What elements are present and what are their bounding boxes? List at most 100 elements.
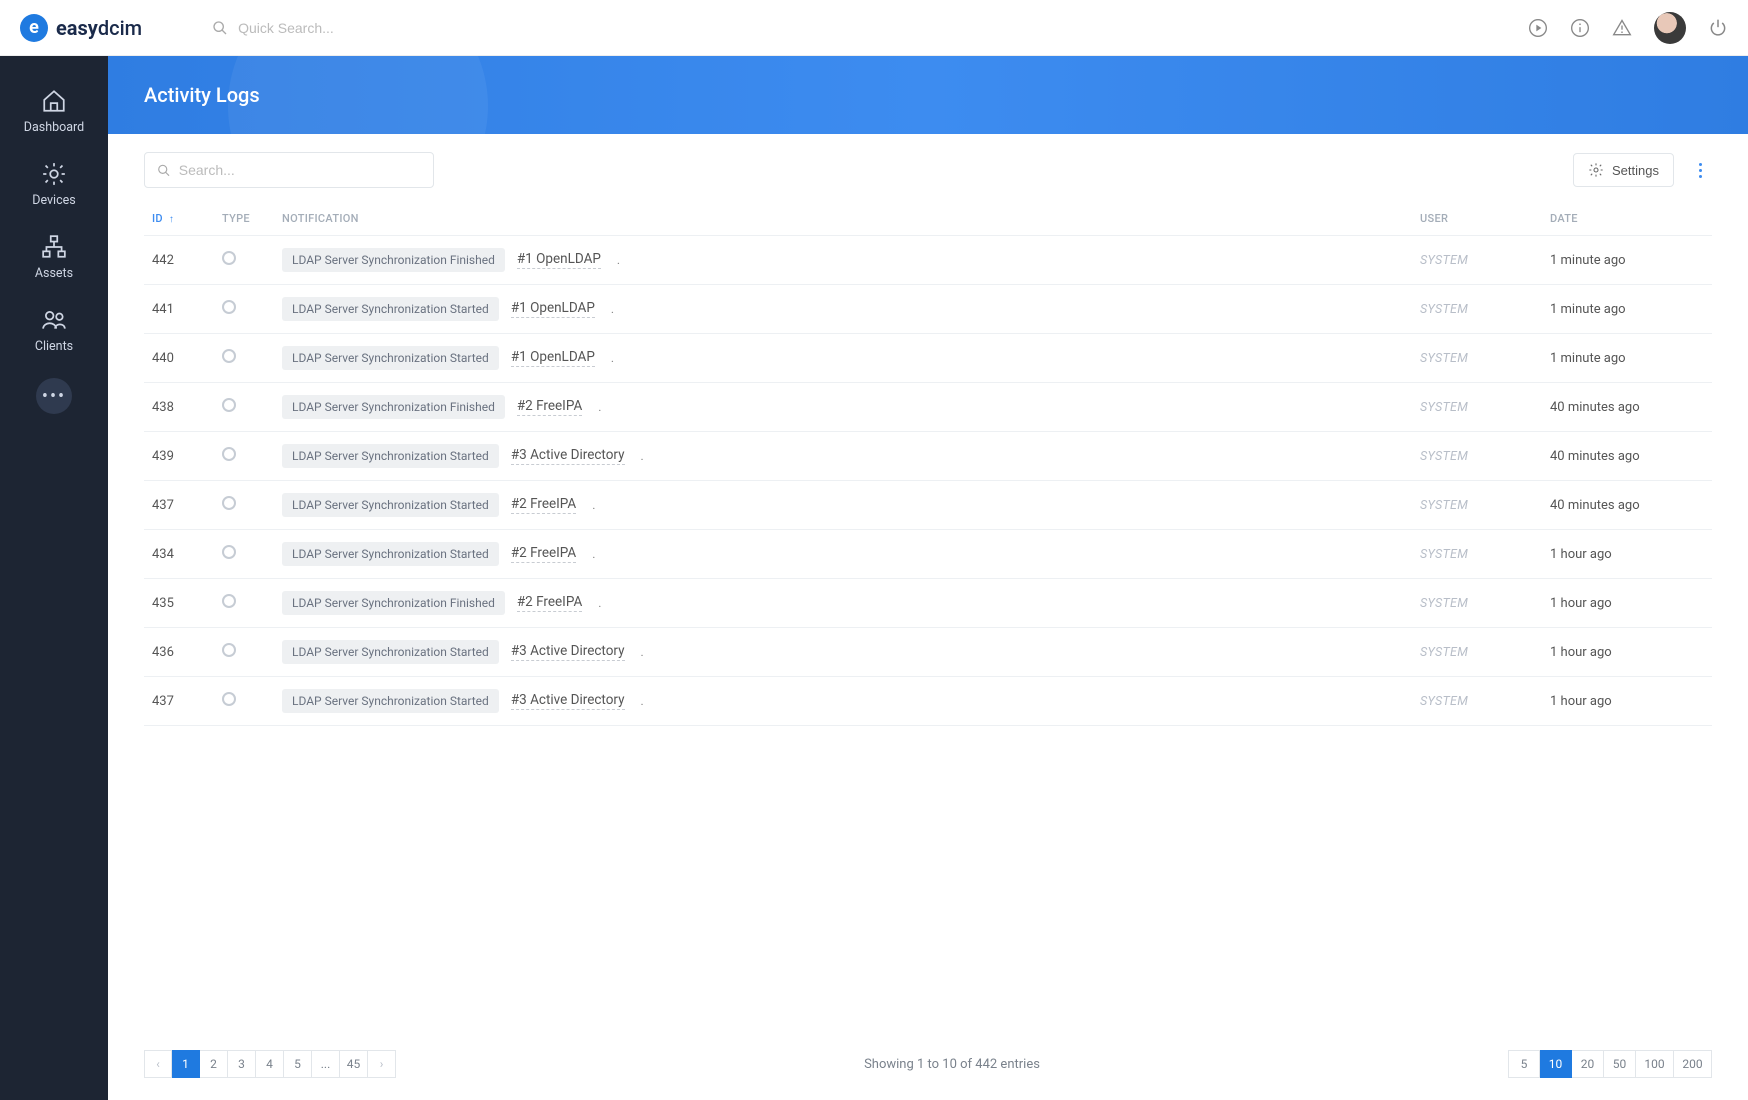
table-row[interactable]: 437LDAP Server Synchronization Started#2… <box>144 481 1712 530</box>
notification-dot-icon: . <box>598 400 601 414</box>
col-header-notification[interactable]: NOTIFICATION <box>274 202 1412 236</box>
type-circle-icon <box>222 545 236 559</box>
table-row[interactable]: 442LDAP Server Synchronization Finished#… <box>144 236 1712 285</box>
cell-notification: LDAP Server Synchronization Finished #1 O… <box>274 236 1412 285</box>
notification-link[interactable]: #3 Active Directory <box>511 447 625 465</box>
notification-dot-icon: . <box>641 645 644 659</box>
cell-user: SYSTEM <box>1412 530 1542 579</box>
home-icon <box>41 88 67 114</box>
sidebar-item-clients[interactable]: Clients <box>0 293 108 366</box>
page-size-10[interactable]: 10 <box>1540 1050 1572 1078</box>
logo-mark-icon: e <box>20 14 48 42</box>
page-size-50[interactable]: 50 <box>1604 1050 1636 1078</box>
cell-date: 40 minutes ago <box>1542 383 1712 432</box>
notification-tag: LDAP Server Synchronization Finished <box>282 395 505 419</box>
notification-link[interactable]: #3 Active Directory <box>511 643 625 661</box>
notification-link[interactable]: #3 Active Directory <box>511 692 625 710</box>
col-header-date[interactable]: DATE <box>1542 202 1712 236</box>
sidebar-item-assets[interactable]: Assets <box>0 220 108 293</box>
cell-date: 1 minute ago <box>1542 236 1712 285</box>
network-icon <box>41 234 67 260</box>
cell-user: SYSTEM <box>1412 481 1542 530</box>
cell-type <box>214 236 274 285</box>
table-row[interactable]: 441 LDAP Server Synchronization Started #1… <box>144 285 1712 334</box>
notification-tag: LDAP Server Synchronization Finished <box>282 591 505 615</box>
page-prev[interactable]: ‹ <box>144 1050 172 1078</box>
topbar: e easydcim <box>0 0 1748 56</box>
table-row[interactable]: 439LDAP Server Synchronization Started#3… <box>144 432 1712 481</box>
notification-tag: LDAP Server Synchronization Started <box>282 346 499 370</box>
notification-tag: LDAP Server Synchronization Finished <box>282 248 505 272</box>
col-header-user[interactable]: USER <box>1412 202 1542 236</box>
cell-user: SYSTEM <box>1412 677 1542 726</box>
sidebar-item-label: Devices <box>32 193 75 208</box>
page-2[interactable]: 2 <box>200 1050 228 1078</box>
cell-id: 436 <box>144 628 214 677</box>
alert-icon[interactable] <box>1612 18 1632 38</box>
kebab-menu[interactable] <box>1688 163 1712 178</box>
page-5[interactable]: 5 <box>284 1050 312 1078</box>
type-circle-icon <box>222 643 236 657</box>
activity-table: ID↑ TYPE NOTIFICATION USER DATE 442LDAP … <box>144 202 1712 726</box>
table-row[interactable]: 434LDAP Server Synchronization Started#2… <box>144 530 1712 579</box>
page-1[interactable]: 1 <box>172 1050 200 1078</box>
cell-user: SYSTEM <box>1412 383 1542 432</box>
cell-type <box>214 579 274 628</box>
notification-link[interactable]: #1 OpenLDAP <box>511 300 595 318</box>
sidebar-item-label: Clients <box>35 339 73 354</box>
page-45[interactable]: 45 <box>340 1050 368 1078</box>
table-search-wrap[interactable] <box>144 152 434 188</box>
avatar[interactable] <box>1654 12 1686 44</box>
notification-link[interactable]: #2 FreeIPA <box>511 545 576 563</box>
sidebar-item-devices[interactable]: Devices <box>0 147 108 220</box>
table-row[interactable]: 437LDAP Server Synchronization Started#3… <box>144 677 1712 726</box>
cell-id: 437 <box>144 481 214 530</box>
notification-tag: LDAP Server Synchronization Started <box>282 297 499 321</box>
cell-type <box>214 432 274 481</box>
cell-user: SYSTEM <box>1412 334 1542 383</box>
table-row[interactable]: 435LDAP Server Synchronization Finished#… <box>144 579 1712 628</box>
cell-date: 1 hour ago <box>1542 628 1712 677</box>
page-size-100[interactable]: 100 <box>1636 1050 1674 1078</box>
quick-search-input[interactable] <box>238 20 488 36</box>
logo[interactable]: e easydcim <box>20 14 142 42</box>
notification-link[interactable]: #2 FreeIPA <box>517 594 582 612</box>
page-size-20[interactable]: 20 <box>1572 1050 1604 1078</box>
cell-date: 1 hour ago <box>1542 530 1712 579</box>
cell-notification: LDAP Server Synchronization Started#3 Ac… <box>274 628 1412 677</box>
col-header-type[interactable]: TYPE <box>214 202 274 236</box>
page-next[interactable]: › <box>368 1050 396 1078</box>
page-4[interactable]: 4 <box>256 1050 284 1078</box>
quick-search-wrap[interactable] <box>212 20 488 36</box>
notification-link[interactable]: #1 OpenLDAP <box>517 251 601 269</box>
more-button[interactable]: ••• <box>36 378 72 414</box>
cell-id: 439 <box>144 432 214 481</box>
page-size-200[interactable]: 200 <box>1674 1050 1712 1078</box>
power-icon[interactable] <box>1708 18 1728 38</box>
play-icon[interactable] <box>1528 18 1548 38</box>
table-row[interactable]: 436 LDAP Server Synchronization Started#3… <box>144 628 1712 677</box>
cell-id: 441 <box>144 285 214 334</box>
notification-link[interactable]: #2 FreeIPA <box>511 496 576 514</box>
type-circle-icon <box>222 251 236 265</box>
page-title: Activity Logs <box>144 83 260 107</box>
col-header-id[interactable]: ID↑ <box>144 202 214 236</box>
table-search-input[interactable] <box>179 162 421 178</box>
page-...[interactable]: ... <box>312 1050 340 1078</box>
type-circle-icon <box>222 594 236 608</box>
notification-dot-icon: . <box>592 547 595 561</box>
logo-text: easydcim <box>56 16 142 40</box>
info-icon[interactable] <box>1570 18 1590 38</box>
page-3[interactable]: 3 <box>228 1050 256 1078</box>
table-row[interactable]: 438LDAP Server Synchronization Finished#… <box>144 383 1712 432</box>
page-size-5[interactable]: 5 <box>1508 1050 1540 1078</box>
type-circle-icon <box>222 300 236 314</box>
type-circle-icon <box>222 447 236 461</box>
notification-link[interactable]: #1 OpenLDAP <box>511 349 595 367</box>
type-circle-icon <box>222 496 236 510</box>
table-row[interactable]: 440LDAP Server Synchronization Started#1… <box>144 334 1712 383</box>
notification-link[interactable]: #2 FreeIPA <box>517 398 582 416</box>
sidebar-item-dashboard[interactable]: Dashboard <box>0 74 108 147</box>
settings-button[interactable]: Settings <box>1573 153 1674 187</box>
notification-dot-icon: . <box>592 498 595 512</box>
